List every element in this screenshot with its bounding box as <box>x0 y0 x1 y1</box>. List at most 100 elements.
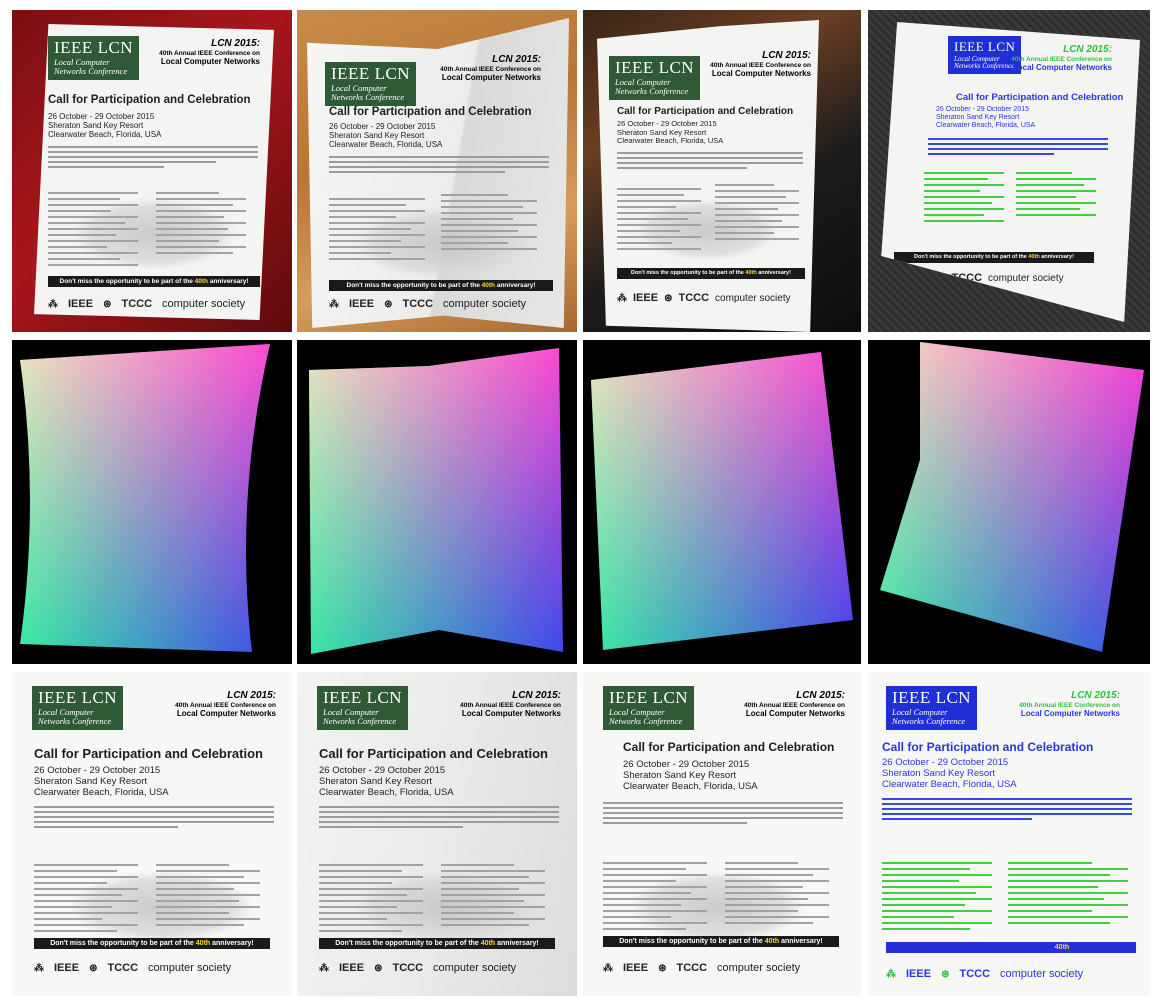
photo-2-wood-background: IEEE LCN Local Computer Networks Confere… <box>297 10 577 332</box>
sponsor-footer: ⁂ IEEE ⊛ TCCC computer society <box>34 962 232 974</box>
result-1: IEEE LCN Local Computer Networks Confere… <box>12 672 292 996</box>
sponsor-footer: ⁂ IEEE ⊛ TCCC computer society <box>319 962 517 974</box>
intro-paragraph <box>603 802 843 827</box>
intro-paragraph <box>928 138 1108 158</box>
conference-title: LCN 2015: 40th Annual IEEE Conference on… <box>744 690 845 718</box>
event-details: 26 October - 29 October 2015 Sheraton San… <box>329 122 443 150</box>
conference-title: LCN 2015: 40th Annual IEEE Conference on… <box>1011 44 1112 72</box>
flyer-logo: IEEE LCN Local Computer Networks Confere… <box>32 686 124 730</box>
flyer-sheet: IEEE LCN Local Computer Networks Confere… <box>307 18 569 328</box>
topics-column-left <box>319 864 423 936</box>
intro-paragraph <box>617 152 803 172</box>
intro-paragraph <box>34 806 274 831</box>
tccc-logo-icon: ⊛ <box>103 298 112 310</box>
sponsor-footer: ⁂ IEEE ⊛ TCCC computer society <box>886 968 1084 980</box>
flow-field-3 <box>583 340 861 664</box>
topics-column-left <box>603 862 707 934</box>
flyer-headline: Call for Participation and Celebration <box>48 94 251 106</box>
ieee-logo-icon: ⁂ <box>886 968 896 980</box>
ieee-logo-icon: ⁂ <box>617 292 627 304</box>
flyer-logo: IEEE LCN Local Computer Networks Confere… <box>317 686 409 730</box>
topics-column-right <box>441 864 545 930</box>
ieee-logo-icon: ⁂ <box>48 298 58 310</box>
flyer-logo: IEEE LCN Local Computer Networks Confere… <box>609 56 701 100</box>
sponsor-footer: ⁂ IEEE ⊛ TCCC computer society <box>890 272 1064 284</box>
conference-title: LCN 2015: 40th Annual IEEE Conference on… <box>440 54 541 82</box>
flyer-sheet: IEEE LCN Local Computer Networks Confere… <box>597 20 819 332</box>
anniversary-banner: Don't miss the opportunity to be part of… <box>34 938 270 949</box>
event-details: 26 October - 29 October 2015 Sheraton San… <box>623 759 758 792</box>
flow-field-3-svg <box>591 352 853 650</box>
topics-column-right <box>441 194 537 254</box>
result-3: IEEE LCN Local Computer Networks Confere… <box>583 672 861 996</box>
topics-column-left <box>617 188 701 254</box>
tccc-logo-icon: ⊛ <box>658 962 667 974</box>
result-2: IEEE LCN Local Computer Networks Confere… <box>297 672 577 996</box>
sponsor-footer: ⁂ IEEE ⊛ TCCC computer society <box>48 298 246 310</box>
flyer-headline: Call for Participation and Celebration <box>623 740 835 754</box>
flyer-headline: Call for Participation and Celebration <box>956 92 1124 103</box>
event-details: 26 October - 29 October 2015 Sheraton San… <box>48 112 162 140</box>
event-details: 26 October - 29 October 2015 Sheraton San… <box>882 757 1017 790</box>
sponsor-footer: ⁂ IEEE ⊛ TCCC computer society <box>603 962 801 974</box>
result-4: IEEE LCN Local Computer Networks Confere… <box>868 672 1150 996</box>
ieee-logo-icon: ⁂ <box>890 272 900 284</box>
tccc-logo-icon: ⊛ <box>384 298 393 310</box>
anniversary-banner: Don't miss the opportunity to be part of… <box>603 936 839 947</box>
flyer-sheet: IEEE LCN Local Computer Networks Confere… <box>868 672 1150 996</box>
flyer-headline: Call for Participation and Celebration <box>34 746 263 761</box>
flyer-headline: Call for Participation and Celebration <box>882 740 1094 754</box>
photo-1-red-background: IEEE LCN Local Computer Networks Confere… <box>12 10 292 332</box>
topics-column-right <box>715 184 799 244</box>
flyer-sheet: IEEE LCN Local Computer Networks Confere… <box>297 672 577 996</box>
conference-title: LCN 2015: 40th Annual IEEE Conference on… <box>175 690 276 718</box>
flyer-logo: IEEE LCN Local Computer Networks Confere… <box>48 36 140 80</box>
flyer-headline: Call for Participation and Celebration <box>319 746 548 761</box>
tccc-logo-icon: ⊛ <box>664 292 673 304</box>
sponsor-footer: ⁂ IEEE ⊛ TCCC computer society <box>329 298 527 310</box>
topics-column-right <box>1016 172 1096 220</box>
photo-4-carpet-background: IEEE LCN Local Computer Networks Confere… <box>868 10 1150 332</box>
ieee-logo-icon: ⁂ <box>329 298 339 310</box>
event-details: 26 October - 29 October 2015 Sheraton San… <box>34 765 169 798</box>
topics-column-left <box>882 862 992 934</box>
flow-field-1-svg <box>20 344 270 652</box>
flow-field-1 <box>12 340 292 664</box>
conference-title: LCN 2015: 40th Annual IEEE Conference on… <box>710 50 811 78</box>
event-details: 26 October - 29 October 2015 Sheraton San… <box>936 106 1036 130</box>
conference-title: LCN 2015: 40th Annual IEEE Conference on… <box>1019 690 1120 718</box>
anniversary-banner: Don't miss the opportunity to be part of… <box>48 276 260 287</box>
flyer-sheet: IEEE LCN Local Computer Networks Confere… <box>12 672 292 996</box>
anniversary-banner: Don't miss the opportunity to be part of… <box>329 280 553 291</box>
event-details: 26 October - 29 October 2015 Sheraton San… <box>617 119 724 146</box>
conference-title: LCN 2015: 40th Annual IEEE Conference on… <box>159 38 260 66</box>
flyer-sheet: IEEE LCN Local Computer Networks Confere… <box>881 22 1140 322</box>
anniversary-banner: Don't miss the opportunity to be part of… <box>886 942 1136 953</box>
flow-field-2 <box>297 340 577 664</box>
tccc-logo-icon: ⊛ <box>937 272 946 284</box>
topics-column-left <box>924 172 1004 226</box>
tccc-logo-icon: ⊛ <box>89 962 98 974</box>
flyer-sheet: IEEE LCN Local Computer Networks Confere… <box>583 672 861 996</box>
flyer-logo: IEEE LCN Local Computer Networks Confere… <box>325 62 417 106</box>
tccc-logo-icon: ⊛ <box>374 962 383 974</box>
topics-column-right <box>725 862 829 928</box>
flow-field-2-svg <box>309 348 563 654</box>
anniversary-banner: Don't miss the opportunity to be part of… <box>319 938 555 949</box>
flyer-headline: Call for Participation and Celebration <box>329 106 532 118</box>
conference-title: LCN 2015: 40th Annual IEEE Conference on… <box>460 690 561 718</box>
intro-paragraph <box>329 156 549 176</box>
topics-column-left <box>48 192 138 270</box>
anniversary-banner: Don't miss the opportunity to be part of… <box>617 268 805 279</box>
topics-column-right <box>156 192 246 258</box>
topics-column-left <box>34 864 138 936</box>
flyer-logo: IEEE LCN Local Computer Networks Confere… <box>603 686 695 730</box>
flyer-headline: Call for Participation and Celebration <box>617 106 794 117</box>
anniversary-banner: Don't miss the opportunity to be part of… <box>894 252 1094 263</box>
tccc-logo-icon: ⊛ <box>941 968 950 980</box>
intro-paragraph <box>319 806 559 831</box>
ieee-logo-icon: ⁂ <box>319 962 329 974</box>
photo-3-desk-background: IEEE LCN Local Computer Networks Confere… <box>583 10 861 332</box>
flyer-sheet: IEEE LCN Local Computer Networks Confere… <box>34 24 274 320</box>
intro-paragraph <box>48 146 258 171</box>
